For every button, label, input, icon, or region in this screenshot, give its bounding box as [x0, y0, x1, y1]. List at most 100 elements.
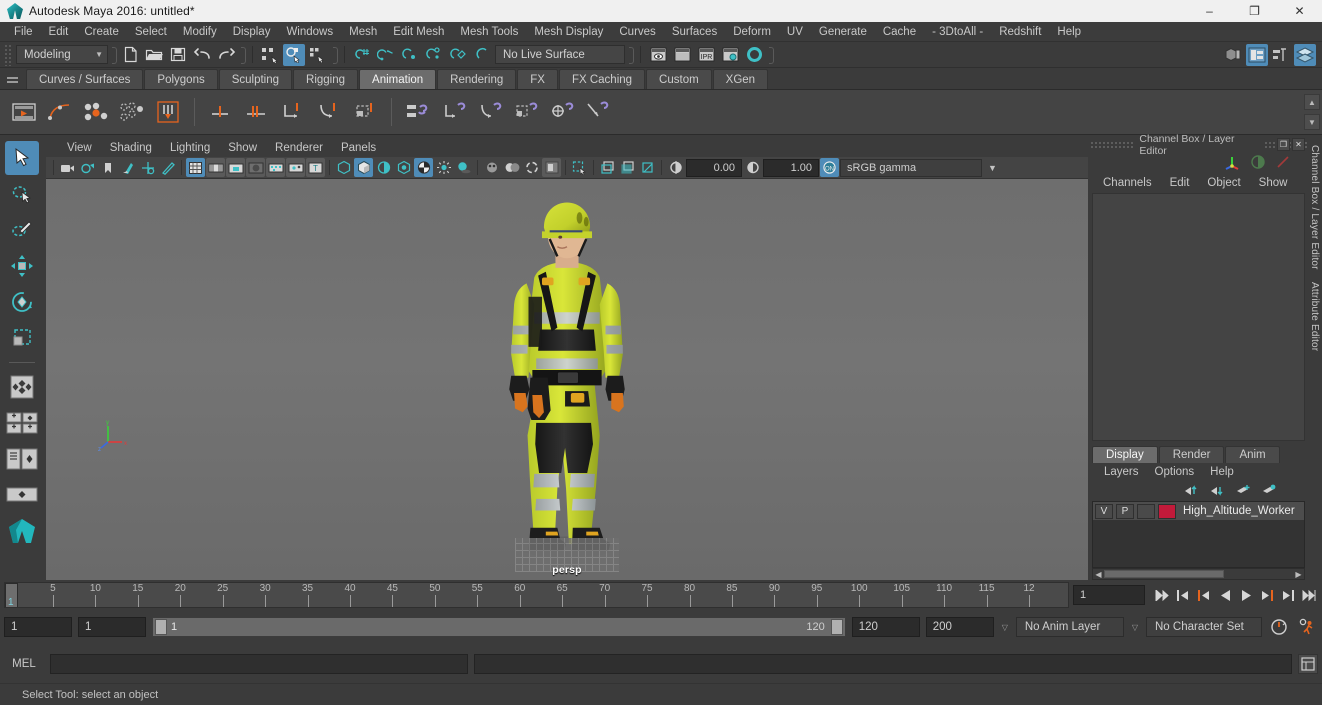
layer-list[interactable]: V P High_Altitude_Worker: [1092, 501, 1305, 568]
menu-mesh-display[interactable]: Mesh Display: [526, 24, 611, 40]
show-hide-channel-box-icon[interactable]: [1294, 43, 1316, 66]
layout-two-panes-icon[interactable]: [5, 406, 39, 440]
step-forward-key-icon[interactable]: [1258, 586, 1276, 604]
live-surface-field[interactable]: No Live Surface: [495, 45, 625, 64]
range-left-handle[interactable]: [155, 619, 167, 635]
layer-list-scrollbar[interactable]: ◀ ▶: [1092, 568, 1305, 580]
minimize-button[interactable]: –: [1187, 0, 1232, 22]
exposure-icon[interactable]: [666, 158, 685, 177]
panel-undock-icon[interactable]: ❐: [1277, 138, 1290, 151]
isolate-select-icon[interactable]: [570, 158, 589, 177]
cb-menu-edit[interactable]: Edit: [1161, 176, 1199, 190]
shelf-menu-icon[interactable]: [4, 71, 20, 89]
vtab-attribute-editor[interactable]: Attribute Editor: [1309, 282, 1320, 351]
ipr-render-icon[interactable]: IPR: [695, 44, 717, 66]
menu-surfaces[interactable]: Surfaces: [664, 24, 725, 40]
rotate-tool-icon[interactable]: [5, 285, 39, 319]
animation-end-field[interactable]: 200: [925, 617, 994, 637]
menu-select[interactable]: Select: [127, 24, 175, 40]
panel-menu-panels[interactable]: Panels: [332, 141, 385, 155]
shelf-scroll-buttons[interactable]: ▲ ▼: [1304, 94, 1320, 130]
range-right-handle[interactable]: [830, 619, 843, 635]
shelf-tab-rendering[interactable]: Rendering: [437, 69, 517, 89]
shelf-tab-polygons[interactable]: Polygons: [144, 69, 218, 89]
layout-outliner-persp-icon[interactable]: [5, 442, 39, 476]
bake-simulation-icon[interactable]: [152, 95, 184, 129]
menu-redshift[interactable]: Redshift: [991, 24, 1049, 40]
set-key-curve-icon[interactable]: [44, 95, 76, 129]
xray-joints-mode-icon[interactable]: [638, 158, 657, 177]
menu-file[interactable]: File: [6, 24, 41, 40]
image-plane-icon[interactable]: [118, 158, 137, 177]
point-constraint-icon[interactable]: [438, 95, 470, 129]
menu-modify[interactable]: Modify: [175, 24, 225, 40]
snap-to-point-icon[interactable]: [399, 44, 421, 66]
script-editor-icon[interactable]: [1298, 654, 1318, 674]
menu-cache[interactable]: Cache: [875, 24, 924, 40]
snap-to-view-plane-icon[interactable]: [447, 44, 469, 66]
animation-start-field[interactable]: 1: [4, 617, 72, 637]
maximize-button[interactable]: ❐: [1232, 0, 1277, 22]
layout-four-view-icon[interactable]: [5, 370, 39, 404]
new-file-icon[interactable]: [119, 44, 141, 66]
set-translate-key-icon[interactable]: [205, 95, 237, 129]
color-management-toggle-icon[interactable]: ON: [820, 158, 839, 177]
select-by-hierarchy-icon[interactable]: [259, 44, 281, 66]
xray-joints-icon[interactable]: [286, 158, 305, 177]
show-hide-attribute-editor-icon[interactable]: [1246, 43, 1268, 66]
layer-tab-display[interactable]: Display: [1092, 446, 1158, 463]
hypershade-icon[interactable]: [743, 44, 765, 66]
menu-generate[interactable]: Generate: [811, 24, 875, 40]
anim-layer-chevron-down-icon[interactable]: ▽: [1000, 623, 1010, 632]
set-rotate-key-tool-icon[interactable]: [313, 95, 345, 129]
shadows-icon[interactable]: [454, 158, 473, 177]
pole-vector-constraint-icon[interactable]: [582, 95, 614, 129]
snap-to-projected-center-icon[interactable]: [423, 44, 445, 66]
texture-toggle-icon[interactable]: [414, 158, 433, 177]
layer-playback-toggle[interactable]: P: [1116, 503, 1134, 519]
select-by-object-icon[interactable]: [283, 43, 305, 66]
grid-toggle-icon[interactable]: [186, 158, 205, 177]
move-tool-icon[interactable]: [5, 249, 39, 283]
layer-menu-layers[interactable]: Layers: [1096, 465, 1147, 479]
red-slash-icon[interactable]: [1275, 154, 1291, 173]
step-forward-icon[interactable]: [1279, 586, 1297, 604]
animation-preferences-icon[interactable]: [1296, 618, 1318, 636]
redo-render-icon[interactable]: [671, 44, 693, 66]
scale-tool-icon[interactable]: [5, 321, 39, 355]
use-all-lights-icon[interactable]: [434, 158, 453, 177]
snap-to-curve-icon[interactable]: [375, 44, 397, 66]
layer-name[interactable]: High_Altitude_Worker: [1179, 505, 1295, 517]
layer-visibility-toggle[interactable]: V: [1095, 503, 1113, 519]
step-back-key-icon[interactable]: [1195, 586, 1213, 604]
character-set-chevron-down-icon[interactable]: ▽: [1130, 623, 1140, 632]
multisample-aa-icon[interactable]: [522, 158, 541, 177]
anim-layer-field[interactable]: No Anim Layer: [1015, 617, 1124, 637]
play-backwards-icon[interactable]: [1216, 586, 1234, 604]
color-management-field[interactable]: sRGB gamma: [840, 158, 982, 177]
set-key-all-icon[interactable]: [116, 95, 148, 129]
panel-menu-view[interactable]: View: [58, 141, 101, 155]
select-tool-icon[interactable]: [5, 141, 39, 175]
layer-state-toggle[interactable]: [1137, 503, 1155, 519]
move-layer-up-icon[interactable]: [1184, 484, 1199, 499]
menu-deform[interactable]: Deform: [725, 24, 779, 40]
menu-mesh-tools[interactable]: Mesh Tools: [452, 24, 526, 40]
gamma-field[interactable]: 1.00: [763, 158, 819, 177]
bookmark-icon[interactable]: [98, 158, 117, 177]
menu-edit[interactable]: Edit: [41, 24, 77, 40]
shelf-scroll-down-icon[interactable]: ▼: [1304, 114, 1320, 130]
panel-close-icon[interactable]: ✕: [1292, 138, 1305, 151]
layer-row[interactable]: V P High_Altitude_Worker: [1093, 502, 1304, 520]
scroll-right-icon[interactable]: ▶: [1293, 570, 1304, 579]
shelf-tab-curves-surfaces[interactable]: Curves / Surfaces: [26, 69, 144, 89]
set-rotate-key-icon[interactable]: [241, 95, 273, 129]
motion-blur-icon[interactable]: [502, 158, 521, 177]
parent-constraint-icon[interactable]: [402, 95, 434, 129]
camera-attributes-icon[interactable]: [78, 158, 97, 177]
texture-shading-icon[interactable]: [394, 158, 413, 177]
film-gate-icon[interactable]: [206, 158, 225, 177]
auto-keyframe-toggle-icon[interactable]: [1268, 618, 1290, 636]
playback-start-field[interactable]: 1: [78, 617, 146, 637]
redo-icon[interactable]: [215, 44, 237, 66]
